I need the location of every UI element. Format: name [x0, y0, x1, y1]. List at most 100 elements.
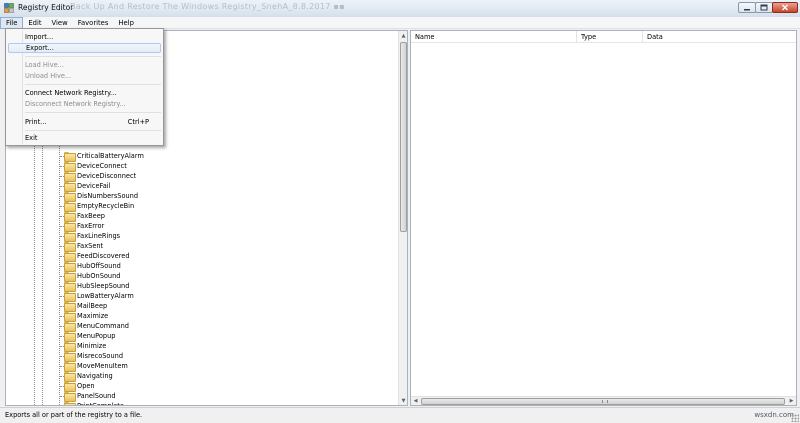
folder-icon — [64, 262, 76, 272]
list-scroll-thumb[interactable] — [421, 398, 785, 405]
folder-icon — [64, 362, 76, 372]
tree-item[interactable]: PrintComplete — [60, 401, 144, 405]
tree-item[interactable]: Minimize — [60, 341, 144, 352]
tree-item[interactable]: DisNumbersSound — [60, 191, 144, 202]
folder-icon — [64, 252, 76, 262]
maximize-button[interactable] — [755, 2, 773, 13]
watermark-text: wsxdn.com — [754, 411, 794, 419]
list-horizontal-scrollbar[interactable]: ◀ ▶ — [411, 396, 796, 405]
folder-icon — [64, 342, 76, 352]
tree-item-label: HubSleepSound — [77, 282, 130, 290]
title-bar[interactable]: Registry Editor Back Up And Restore The … — [0, 0, 800, 17]
tree-item[interactable]: DeviceFail — [60, 181, 144, 192]
tree-item-label: Maximize — [77, 312, 109, 320]
tree-item-label: Navigating — [77, 372, 113, 380]
folder-icon — [64, 232, 76, 242]
tree-item[interactable]: Open — [60, 381, 144, 392]
folder-icon — [64, 382, 76, 392]
menu-item-unload-hive[interactable]: Unload Hive... — [8, 71, 161, 81]
tree-item-label: DeviceDisconnect — [77, 172, 137, 180]
tree-item-label: MoveMenuItem — [77, 362, 128, 370]
tree-item[interactable]: FaxBeep — [60, 211, 144, 222]
minimize-icon — [744, 8, 750, 10]
registry-editor-window: Registry Editor Back Up And Restore The … — [0, 0, 800, 423]
folder-icon — [64, 272, 76, 282]
tree-item[interactable]: DeviceConnect — [60, 161, 144, 172]
tree-item[interactable]: MailBeep — [60, 301, 144, 312]
menu-item-label: Connect Network Registry... — [25, 89, 117, 97]
menu-item-import[interactable]: Import... — [8, 32, 161, 42]
tree-item-label: DisNumbersSound — [77, 192, 139, 200]
menu-item-exit[interactable]: Exit — [8, 133, 161, 143]
menu-item-connect-network-registry[interactable]: Connect Network Registry... — [8, 88, 161, 98]
menu-separator — [25, 130, 161, 131]
tree-item-label: MenuCommand — [77, 322, 129, 330]
folder-icon — [64, 372, 76, 382]
scroll-down-icon[interactable]: ▼ — [399, 396, 407, 405]
tree-item-label: FaxBeep — [77, 212, 105, 220]
resize-grip-icon[interactable] — [791, 414, 799, 422]
tree-item[interactable]: HubOnSound — [60, 271, 144, 282]
tree-item[interactable]: DeviceDisconnect — [60, 171, 144, 182]
folder-icon — [64, 292, 76, 302]
menu-item-export[interactable]: Export... — [8, 43, 161, 53]
tree-item[interactable]: Maximize — [60, 311, 144, 322]
tree-item[interactable]: LowBatteryAlarm — [60, 291, 144, 302]
tree-item[interactable]: MenuCommand — [60, 321, 144, 332]
menu-item-print[interactable]: Print... Ctrl+P — [8, 117, 161, 127]
column-header-data[interactable]: Data — [643, 31, 796, 43]
tree-item[interactable]: EmptyRecycleBin — [60, 201, 144, 212]
folder-icon — [64, 392, 76, 402]
close-button[interactable] — [772, 2, 798, 13]
values-list-pane[interactable]: Name Type Data ◀ ▶ — [410, 30, 797, 406]
folder-icon — [64, 312, 76, 322]
status-text: Exports all or part of the registry to a… — [5, 411, 143, 419]
tree-item[interactable]: FaxSent — [60, 241, 144, 252]
column-header-type[interactable]: Type — [577, 31, 643, 43]
tree-item[interactable]: PanelSound — [60, 391, 144, 402]
tree-vertical-scrollbar[interactable]: ▲ ▼ — [398, 31, 407, 405]
folder-icon — [64, 332, 76, 342]
menu-item-load-hive[interactable]: Load Hive... — [8, 60, 161, 70]
tree-item-label: HubOffSound — [77, 262, 121, 270]
menu-separator — [25, 84, 161, 85]
tree-item[interactable]: HubSleepSound — [60, 281, 144, 292]
tree-item-label: MailBeep — [77, 302, 108, 310]
tree-item[interactable]: FeedDiscovered — [60, 251, 144, 262]
tree-item[interactable]: Navigating — [60, 371, 144, 382]
menu-separator — [25, 112, 161, 113]
tree-item-label: MenuPopup — [77, 332, 116, 340]
menu-item-label: Import... — [25, 33, 54, 41]
minimize-button[interactable] — [738, 2, 756, 13]
menu-item-disconnect-network-registry[interactable]: Disconnect Network Registry... — [8, 99, 161, 109]
scroll-up-icon[interactable]: ▲ — [399, 31, 407, 41]
menu-item-shortcut: Ctrl+P — [127, 118, 149, 126]
scroll-right-icon[interactable]: ▶ — [787, 397, 796, 405]
tree-item[interactable]: HubOffSound — [60, 261, 144, 272]
file-menu-dropdown: Import... Export... Load Hive... Unload … — [5, 28, 164, 146]
tree-item[interactable]: MoveMenuItem — [60, 361, 144, 372]
scroll-grip-icon — [602, 400, 608, 403]
tree-scroll-thumb[interactable] — [400, 42, 407, 232]
tree-item[interactable]: MisrecoSound — [60, 351, 144, 362]
menu-item-label: Unload Hive... — [25, 72, 72, 80]
tree-item[interactable]: FaxLineRings — [60, 231, 144, 242]
column-header-name[interactable]: Name — [411, 31, 577, 43]
tree-item[interactable]: FaxError — [60, 221, 144, 232]
folder-icon — [64, 302, 76, 312]
scroll-left-icon[interactable]: ◀ — [411, 397, 420, 405]
folder-icon — [64, 152, 76, 162]
folder-icon — [64, 192, 76, 202]
tree-item-label: Open — [77, 382, 95, 390]
tree-item-label: HubOnSound — [77, 272, 121, 280]
tree-item-label: FeedDiscovered — [77, 252, 130, 260]
list-header: Name Type Data — [411, 31, 796, 43]
tree-item-label: FaxSent — [77, 242, 104, 250]
menu-separator — [25, 56, 161, 57]
tree-list: CriticalBatteryAlarm DeviceConnect DeviceD… — [60, 151, 144, 405]
folder-icon — [64, 202, 76, 212]
tree-item[interactable]: MenuPopup — [60, 331, 144, 342]
tree-item[interactable]: CriticalBatteryAlarm — [60, 151, 144, 162]
folder-icon — [64, 322, 76, 332]
registry-icon — [4, 3, 14, 13]
